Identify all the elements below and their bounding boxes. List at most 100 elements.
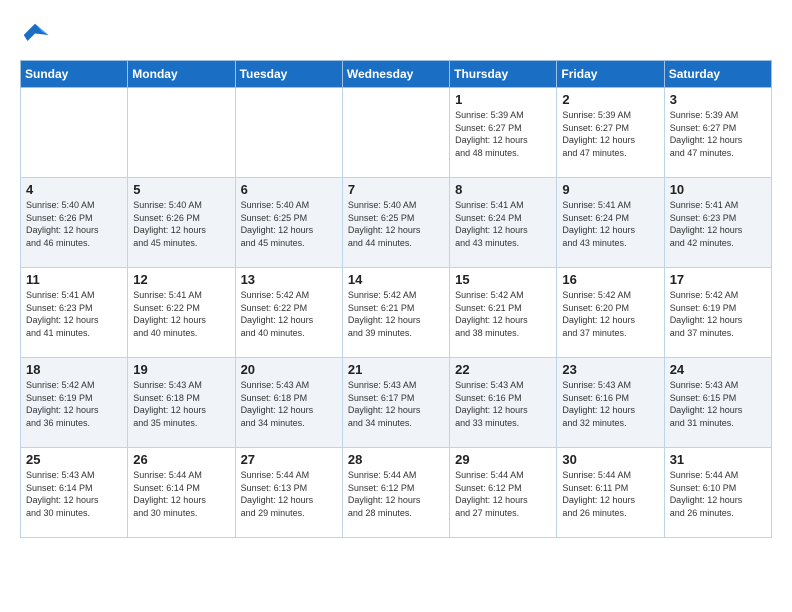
day-number: 28 xyxy=(348,452,444,467)
day-number: 14 xyxy=(348,272,444,287)
day-cell: 24Sunrise: 5:43 AMSunset: 6:15 PMDayligh… xyxy=(664,358,771,448)
day-info: Sunrise: 5:39 AMSunset: 6:27 PMDaylight:… xyxy=(670,109,766,159)
day-info: Sunrise: 5:39 AMSunset: 6:27 PMDaylight:… xyxy=(455,109,551,159)
day-number: 27 xyxy=(241,452,337,467)
day-cell xyxy=(342,88,449,178)
day-cell: 13Sunrise: 5:42 AMSunset: 6:22 PMDayligh… xyxy=(235,268,342,358)
day-number: 9 xyxy=(562,182,658,197)
day-cell: 31 Sunrise: 5:44 AMSunset: 6:10 PMDayligh… xyxy=(664,448,771,538)
day-cell: 3 Sunrise: 5:39 AMSunset: 6:27 PMDaylight… xyxy=(664,88,771,178)
day-cell: 18 Sunrise: 5:42 AMSunset: 6:19 PMDayligh… xyxy=(21,358,128,448)
day-cell: 1 Sunrise: 5:39 AMSunset: 6:27 PMDaylight… xyxy=(450,88,557,178)
day-cell xyxy=(235,88,342,178)
day-cell: 10 Sunrise: 5:41 AMSunset: 6:23 PMDayligh… xyxy=(664,178,771,268)
day-info: Sunrise: 5:43 AMSunset: 6:17 PMDaylight:… xyxy=(348,379,444,429)
day-number: 2 xyxy=(562,92,658,107)
day-cell: 20 Sunrise: 5:43 AMSunset: 6:18 PMDayligh… xyxy=(235,358,342,448)
day-info: Sunrise: 5:39 AMSunset: 6:27 PMDaylight:… xyxy=(562,109,658,159)
day-cell: 7 Sunrise: 5:40 AMSunset: 6:25 PMDaylight… xyxy=(342,178,449,268)
header-sunday: Sunday xyxy=(21,61,128,88)
week-row-5: 25 Sunrise: 5:43 AMSunset: 6:14 PMDayligh… xyxy=(21,448,772,538)
day-info: Sunrise: 5:44 AMSunset: 6:14 PMDaylight:… xyxy=(133,469,229,519)
header-row: SundayMondayTuesdayWednesdayThursdayFrid… xyxy=(21,61,772,88)
day-cell: 19 Sunrise: 5:43 AMSunset: 6:18 PMDayligh… xyxy=(128,358,235,448)
day-number: 1 xyxy=(455,92,551,107)
day-info: Sunrise: 5:42 AMSunset: 6:21 PMDaylight:… xyxy=(455,289,551,339)
day-info: Sunrise: 5:40 AMSunset: 6:26 PMDaylight:… xyxy=(26,199,122,249)
day-info: Sunrise: 5:43 AMSunset: 6:14 PMDaylight:… xyxy=(26,469,122,519)
day-number: 18 xyxy=(26,362,122,377)
day-info: Sunrise: 5:44 AMSunset: 6:11 PMDaylight:… xyxy=(562,469,658,519)
day-number: 25 xyxy=(26,452,122,467)
header-monday: Monday xyxy=(128,61,235,88)
week-row-1: 1 Sunrise: 5:39 AMSunset: 6:27 PMDaylight… xyxy=(21,88,772,178)
day-info: Sunrise: 5:42 AMSunset: 6:22 PMDaylight:… xyxy=(241,289,337,339)
day-cell: 4 Sunrise: 5:40 AMSunset: 6:26 PMDaylight… xyxy=(21,178,128,268)
day-info: Sunrise: 5:43 AMSunset: 6:18 PMDaylight:… xyxy=(241,379,337,429)
day-cell: 30 Sunrise: 5:44 AMSunset: 6:11 PMDayligh… xyxy=(557,448,664,538)
day-info: Sunrise: 5:43 AMSunset: 6:16 PMDaylight:… xyxy=(562,379,658,429)
day-number: 19 xyxy=(133,362,229,377)
day-info: Sunrise: 5:40 AMSunset: 6:26 PMDaylight:… xyxy=(133,199,229,249)
header-friday: Friday xyxy=(557,61,664,88)
day-info: Sunrise: 5:42 AMSunset: 6:19 PMDaylight:… xyxy=(26,379,122,429)
day-number: 24 xyxy=(670,362,766,377)
logo xyxy=(20,20,54,50)
day-number: 17 xyxy=(670,272,766,287)
day-cell: 29 Sunrise: 5:44 AMSunset: 6:12 PMDayligh… xyxy=(450,448,557,538)
day-info: Sunrise: 5:41 AMSunset: 6:23 PMDaylight:… xyxy=(670,199,766,249)
day-number: 5 xyxy=(133,182,229,197)
day-cell: 25 Sunrise: 5:43 AMSunset: 6:14 PMDayligh… xyxy=(21,448,128,538)
day-info: Sunrise: 5:42 AMSunset: 6:20 PMDaylight:… xyxy=(562,289,658,339)
day-cell: 2 Sunrise: 5:39 AMSunset: 6:27 PMDaylight… xyxy=(557,88,664,178)
day-cell: 11Sunrise: 5:41 AMSunset: 6:23 PMDayligh… xyxy=(21,268,128,358)
day-number: 20 xyxy=(241,362,337,377)
day-cell: 14Sunrise: 5:42 AMSunset: 6:21 PMDayligh… xyxy=(342,268,449,358)
calendar-table: SundayMondayTuesdayWednesdayThursdayFrid… xyxy=(20,60,772,538)
day-number: 16 xyxy=(562,272,658,287)
day-number: 22 xyxy=(455,362,551,377)
day-info: Sunrise: 5:42 AMSunset: 6:19 PMDaylight:… xyxy=(670,289,766,339)
header-tuesday: Tuesday xyxy=(235,61,342,88)
day-info: Sunrise: 5:41 AMSunset: 6:23 PMDaylight:… xyxy=(26,289,122,339)
day-cell: 23 Sunrise: 5:43 AMSunset: 6:16 PMDayligh… xyxy=(557,358,664,448)
week-row-4: 18 Sunrise: 5:42 AMSunset: 6:19 PMDayligh… xyxy=(21,358,772,448)
header-saturday: Saturday xyxy=(664,61,771,88)
header-wednesday: Wednesday xyxy=(342,61,449,88)
day-cell xyxy=(128,88,235,178)
day-info: Sunrise: 5:44 AMSunset: 6:10 PMDaylight:… xyxy=(670,469,766,519)
day-cell xyxy=(21,88,128,178)
day-number: 15 xyxy=(455,272,551,287)
day-number: 3 xyxy=(670,92,766,107)
day-number: 23 xyxy=(562,362,658,377)
day-number: 31 xyxy=(670,452,766,467)
day-number: 7 xyxy=(348,182,444,197)
page-header xyxy=(20,20,772,50)
day-cell: 22 Sunrise: 5:43 AMSunset: 6:16 PMDayligh… xyxy=(450,358,557,448)
day-cell: 21Sunrise: 5:43 AMSunset: 6:17 PMDayligh… xyxy=(342,358,449,448)
day-info: Sunrise: 5:44 AMSunset: 6:13 PMDaylight:… xyxy=(241,469,337,519)
day-cell: 28 Sunrise: 5:44 AMSunset: 6:12 PMDayligh… xyxy=(342,448,449,538)
day-number: 4 xyxy=(26,182,122,197)
day-info: Sunrise: 5:44 AMSunset: 6:12 PMDaylight:… xyxy=(348,469,444,519)
day-info: Sunrise: 5:40 AMSunset: 6:25 PMDaylight:… xyxy=(348,199,444,249)
day-info: Sunrise: 5:43 AMSunset: 6:18 PMDaylight:… xyxy=(133,379,229,429)
week-row-3: 11Sunrise: 5:41 AMSunset: 6:23 PMDayligh… xyxy=(21,268,772,358)
day-number: 30 xyxy=(562,452,658,467)
day-info: Sunrise: 5:41 AMSunset: 6:22 PMDaylight:… xyxy=(133,289,229,339)
day-number: 6 xyxy=(241,182,337,197)
day-number: 26 xyxy=(133,452,229,467)
day-cell: 8 Sunrise: 5:41 AMSunset: 6:24 PMDaylight… xyxy=(450,178,557,268)
day-info: Sunrise: 5:41 AMSunset: 6:24 PMDaylight:… xyxy=(455,199,551,249)
day-number: 29 xyxy=(455,452,551,467)
day-cell: 27 Sunrise: 5:44 AMSunset: 6:13 PMDayligh… xyxy=(235,448,342,538)
day-number: 8 xyxy=(455,182,551,197)
day-number: 12 xyxy=(133,272,229,287)
day-info: Sunrise: 5:43 AMSunset: 6:16 PMDaylight:… xyxy=(455,379,551,429)
day-number: 10 xyxy=(670,182,766,197)
day-cell: 5 Sunrise: 5:40 AMSunset: 6:26 PMDaylight… xyxy=(128,178,235,268)
day-cell: 9Sunrise: 5:41 AMSunset: 6:24 PMDaylight… xyxy=(557,178,664,268)
day-cell: 12 Sunrise: 5:41 AMSunset: 6:22 PMDayligh… xyxy=(128,268,235,358)
day-info: Sunrise: 5:44 AMSunset: 6:12 PMDaylight:… xyxy=(455,469,551,519)
week-row-2: 4 Sunrise: 5:40 AMSunset: 6:26 PMDaylight… xyxy=(21,178,772,268)
